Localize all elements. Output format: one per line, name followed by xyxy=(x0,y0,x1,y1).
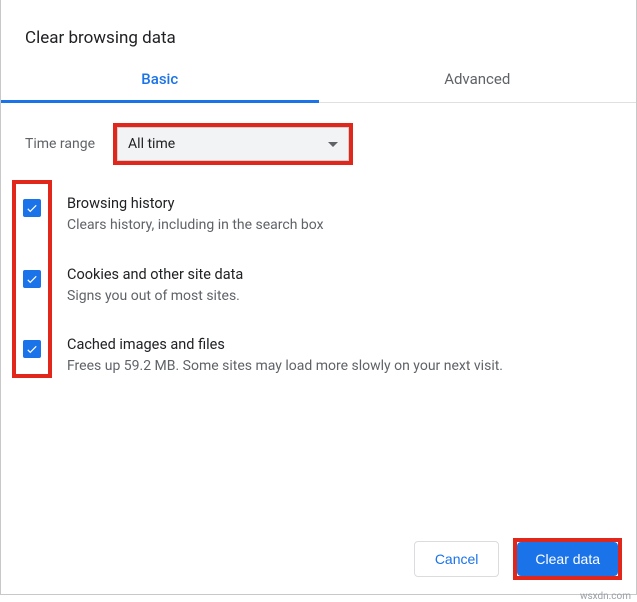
check-icon xyxy=(25,201,39,215)
check-icon xyxy=(25,342,39,356)
dialog-footer: Cancel Clear data xyxy=(414,538,622,580)
highlight-box-time-range: All time xyxy=(113,123,353,165)
cancel-button[interactable]: Cancel xyxy=(414,541,500,577)
tab-advanced[interactable]: Advanced xyxy=(319,70,637,102)
option-cached: Cached images and files Frees up 59.2 MB… xyxy=(67,336,616,377)
option-cookies: Cookies and other site data Signs you ou… xyxy=(67,266,616,307)
option-browsing-history: Browsing history Clears history, includi… xyxy=(67,195,616,236)
time-range-value: All time xyxy=(128,136,175,152)
time-range-label: Time range xyxy=(25,136,95,152)
clear-browsing-data-dialog: Clear browsing data Basic Advanced Time … xyxy=(0,0,637,595)
option-title: Cached images and files xyxy=(67,336,616,353)
option-title: Cookies and other site data xyxy=(67,266,616,283)
option-title: Browsing history xyxy=(67,195,616,212)
check-icon xyxy=(25,272,39,286)
time-range-select[interactable]: All time xyxy=(117,127,349,161)
option-desc: Signs you out of most sites. xyxy=(67,287,616,307)
checkbox-cookies[interactable] xyxy=(23,270,41,288)
options-list: Browsing history Clears history, includi… xyxy=(1,165,636,377)
option-desc: Frees up 59.2 MB. Some sites may load mo… xyxy=(67,357,616,377)
checkbox-browsing-history[interactable] xyxy=(23,199,41,217)
chevron-down-icon xyxy=(328,142,338,147)
clear-data-button[interactable]: Clear data xyxy=(517,542,618,576)
checkbox-cached[interactable] xyxy=(23,340,41,358)
dialog-title: Clear browsing data xyxy=(1,0,636,48)
tabs: Basic Advanced xyxy=(1,70,636,103)
highlight-box-clear-button: Clear data xyxy=(513,538,622,580)
option-desc: Clears history, including in the search … xyxy=(67,216,616,236)
tab-basic[interactable]: Basic xyxy=(1,70,319,102)
attribution-text: wsxdn.com xyxy=(580,591,631,602)
time-range-row: Time range All time xyxy=(1,103,636,165)
